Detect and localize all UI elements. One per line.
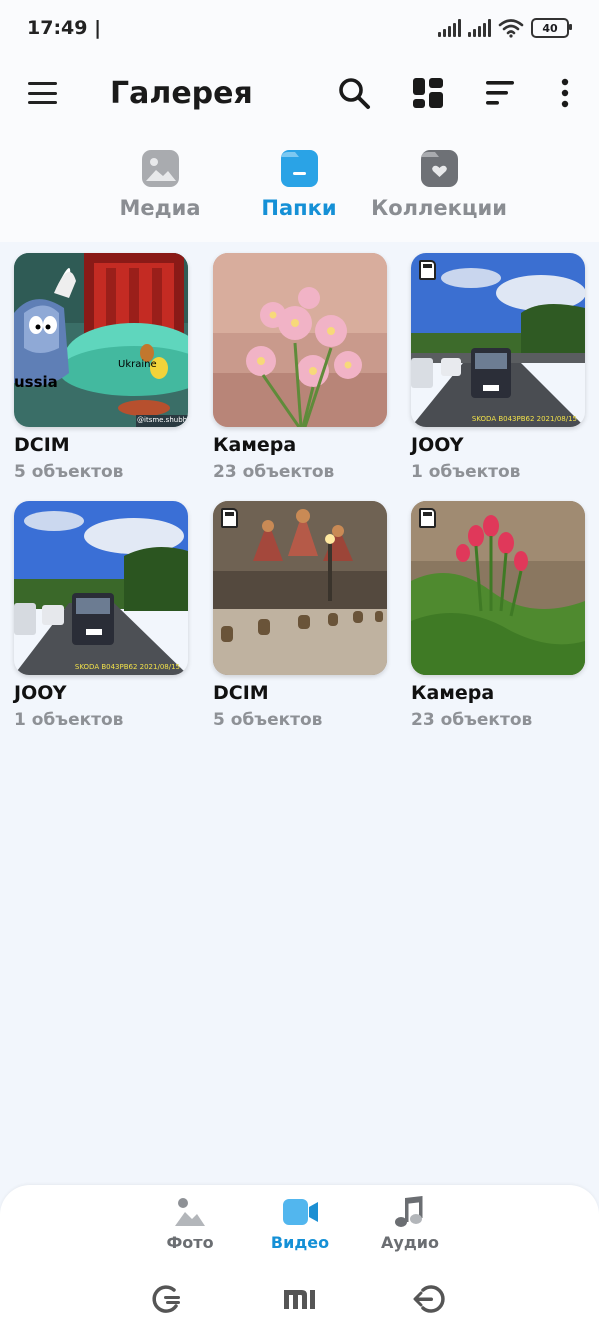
sd-card-icon [419,508,436,528]
signal-icon [438,19,461,37]
tab-media-label: Медиа [119,196,201,220]
home-mi-icon[interactable] [282,1282,316,1316]
menu-icon[interactable] [28,82,57,104]
search-icon[interactable] [337,76,371,110]
album-count: 5 объектов [14,462,124,482]
album-thumbnail[interactable]: SKODA B043PB62 2021/08/15 [14,501,188,675]
status-icons: 40 [438,18,572,38]
nav-photo[interactable]: Фото [135,1195,245,1252]
recents-icon[interactable] [150,1282,184,1316]
album-count: 5 объектов [213,710,323,730]
nav-audio[interactable]: Аудио [355,1195,465,1252]
album-card[interactable]: SKODA B043PB62 2021/08/15 JOOY 1 объекто… [14,501,188,730]
thumbnail-label: Ukraine [118,359,157,370]
tab-media[interactable]: Медиа [90,150,230,220]
album-count: 1 объектов [411,462,521,482]
sd-card-icon [221,508,238,528]
image-icon [141,150,179,187]
album-card[interactable]: Камера 23 объектов [213,253,387,482]
album-count: 1 объектов [14,710,124,730]
music-note-icon [393,1195,427,1229]
tab-folders-label: Папки [261,196,337,220]
thumbnail-watermark: @itsme.shubh [137,416,188,424]
nav-video-label: Видео [270,1233,330,1252]
page-title: Галерея [110,76,253,111]
album-card[interactable]: SKODA B043PB62 2021/08/15 JOOY 1 объекто… [411,253,585,482]
tab-collections-label: Коллекции [371,196,507,220]
thumbnail-timestamp: SKODA B043PB62 2021/08/15 [74,663,180,671]
nav-video[interactable]: Видео [245,1195,355,1252]
album-name: JOOY [411,434,464,456]
album-count: 23 объектов [213,462,335,482]
sd-card-icon [419,260,436,280]
sort-icon[interactable] [484,76,518,110]
album-name: DCIM [14,434,70,456]
album-name: JOOY [14,682,67,704]
nav-audio-label: Аудио [381,1233,439,1252]
thumbnail-timestamp: SKODA B043PB62 2021/08/15 [471,415,577,423]
thumbnail-caption: ussia [14,373,58,391]
album-name: Камера [213,434,297,456]
status-time: 17:49 | [27,17,102,39]
gallery-tabs: Медиа Папки Коллекции [0,130,599,242]
more-options-icon[interactable] [548,76,582,110]
album-thumbnail[interactable]: ussia Ukraine @itsme.shubh [14,253,188,427]
album-thumbnail[interactable] [213,253,387,427]
album-thumbnail[interactable] [213,501,387,675]
wifi-icon [498,19,524,38]
battery-icon: 40 [531,18,572,38]
photo-icon [173,1195,207,1229]
back-icon[interactable] [413,1282,447,1316]
album-thumbnail[interactable] [411,501,585,675]
album-card[interactable]: ussia Ukraine @itsme.shubh DCIM 5 объект… [14,253,188,482]
system-navigation-bar [0,1267,599,1333]
app-bar: Галерея [0,58,599,130]
status-bar: 17:49 | 40 [0,0,599,58]
album-count: 23 объектов [411,710,533,730]
album-name: Камера [411,682,495,704]
heart-folder-icon [420,150,458,187]
tab-collections[interactable]: Коллекции [369,150,509,220]
nav-photo-label: Фото [166,1233,214,1252]
grid-view-icon[interactable] [411,76,445,110]
album-thumbnail[interactable]: SKODA B043PB62 2021/08/15 [411,253,585,427]
album-name: DCIM [213,682,269,704]
signal-icon-2 [468,19,491,37]
bottom-navigation: Фото Видео Аудио [0,1185,599,1267]
folder-icon [280,150,318,187]
album-card[interactable]: Камера 23 объектов [411,501,585,730]
album-card[interactable]: DCIM 5 объектов [213,501,387,730]
tab-folders[interactable]: Папки [229,150,369,220]
video-camera-icon [283,1195,318,1229]
battery-level: 40 [542,21,558,35]
